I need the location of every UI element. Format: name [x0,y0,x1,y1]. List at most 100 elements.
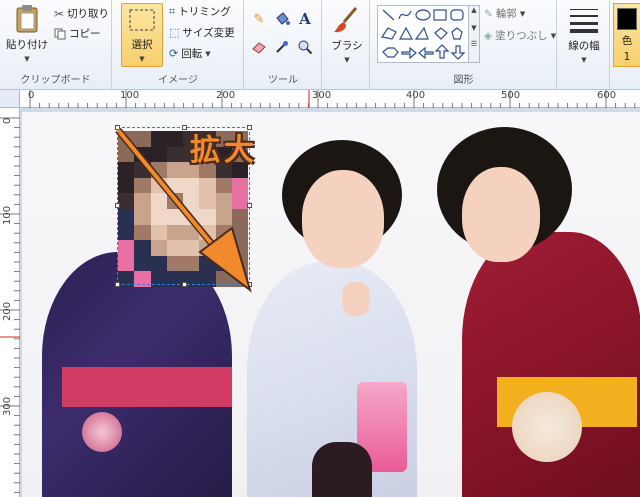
image-group-label: イメージ [158,75,198,86]
rotate-label: 回転 [181,48,203,60]
color1-button[interactable]: 色 1 [613,3,640,67]
rotate-button[interactable]: ⟳ 回転 ▼ [169,46,211,61]
annotation-text: 拡大 [190,133,258,168]
down-arrow-shape-icon [450,45,466,60]
select-label: 選択 [131,39,153,51]
resize-button[interactable]: ⬚ サイズ変更 [169,25,235,40]
scroll-up-icon[interactable]: ▲ [469,6,479,14]
resize-handle[interactable] [247,203,252,208]
gallery-expand-icon[interactable]: ☰ [469,40,479,48]
magnifier-tool[interactable] [295,37,315,57]
brush-button[interactable]: ブラシ ▼ [326,5,368,64]
resize-handle[interactable] [182,125,187,130]
size-button[interactable]: 線の幅 ▼ [562,5,606,64]
ruler-h-label: 0 [28,90,35,101]
ruler-v-label: 0 [2,117,13,124]
color-picker-tool[interactable] [272,37,292,57]
image-group: 選択 ▼ ⌗ トリミング ⬚ サイズ変更 ⟳ 回転 ▼ イメージ [113,0,244,90]
tools-group: ✎ A ツール [245,0,322,90]
fill-label: 塗りつぶし [495,30,548,42]
rotate-dropdown-icon[interactable]: ▼ [205,50,210,58]
resize-handle[interactable] [115,203,120,208]
right-person-pattern [512,392,582,462]
paste-button[interactable]: 貼り付け ▼ [4,4,50,63]
size-dropdown-icon[interactable]: ▼ [581,56,586,64]
horizontal-ruler: 0 100 200 300 400 500 600 [20,90,640,108]
shape-gallery[interactable] [377,5,469,63]
pencil-tool[interactable]: ✎ [249,9,269,29]
up-arrow-shape-icon [434,44,450,59]
ruler-h-label: 400 [406,90,426,101]
vertical-ruler: 0 100 200 300 [0,108,20,497]
rectangle-shape-icon [433,9,447,21]
ruler-h-label: 300 [312,90,332,101]
middle-person-face [302,170,384,268]
hexagon-shape-icon [382,47,399,58]
brush-icon [334,7,358,33]
line-width-icon [570,9,598,33]
scroll-down-icon[interactable]: ▼ [469,24,479,32]
resize-handle[interactable] [115,282,120,287]
fill-dropdown-icon[interactable]: ▼ [551,32,556,40]
color-group: 色 1 [611,0,640,90]
canvas-image[interactable] [22,112,640,497]
fill-button[interactable]: ◈ 塗りつぶし ▼ [484,28,556,43]
pencil-icon: ✎ [253,11,265,27]
ribbon: 貼り付け ▼ ✂ 切り取り コピー クリップボード 選択 ▼ ⌗ トリミング ⬚… [0,0,640,90]
select-button[interactable]: 選択 ▼ [121,3,163,67]
outline-dropdown-icon[interactable]: ▼ [520,10,525,18]
diamond-shape-icon [434,27,448,40]
color1-index: 1 [623,51,631,63]
resize-label: サイズ変更 [182,27,235,39]
shape-gallery-icons [381,9,466,60]
pentagon-shape-icon [451,27,463,40]
oval-shape-icon [415,9,431,21]
size-group: 線の幅 ▼ [558,0,610,90]
clipboard-group: 貼り付け ▼ ✂ 切り取り コピー クリップボード [0,0,112,90]
select-rect-icon [129,9,155,31]
cut-label: 切り取り [67,8,110,20]
paste-dropdown-icon[interactable]: ▼ [24,55,29,63]
resize-icon: ⬚ [169,26,180,39]
middle-person-hand [342,282,370,316]
shapes-group: ▲ ▼ ☰ ✎ 輪郭 ▼ ◈ 塗りつぶし ▼ 図形 [371,0,557,90]
ruler-v-label: 300 [2,396,13,416]
size-label: 線の幅 [568,40,600,52]
copy-button[interactable]: コピー [54,26,101,41]
outline-label: 輪郭 [495,8,517,20]
color1-label: 色 [621,35,633,47]
ruler-corner [0,90,20,108]
scissors-icon: ✂ [54,6,65,21]
outline-button[interactable]: ✎ 輪郭 ▼ [484,6,525,21]
resize-handle[interactable] [182,282,187,287]
text-tool-icon: A [299,10,311,28]
cut-button[interactable]: ✂ 切り取り [54,6,109,21]
text-tool[interactable]: A [295,9,315,29]
left-person-obi [62,367,232,407]
left-person-flower [82,412,122,452]
crop-label: トリミング [178,6,231,18]
eraser-icon [252,42,266,54]
outline-icon: ✎ [484,7,493,20]
ruler-h-label: 200 [216,90,236,101]
resize-handle[interactable] [247,282,252,287]
paste-label: 貼り付け [6,39,48,51]
eyedropper-icon [276,41,288,53]
fill-icon: ◈ [484,29,493,42]
fill-tool[interactable] [272,9,292,29]
ruler-h-label: 500 [501,90,521,101]
ruler-v-label: 200 [2,301,13,321]
ruler-h-label: 600 [597,90,617,101]
rounded-rect-shape-icon [450,9,464,21]
middle-person-bag [312,442,372,497]
copy-icon [54,28,66,39]
shape-gallery-scrollbar[interactable]: ▲ ▼ ☰ [469,5,480,63]
brush-dropdown-icon[interactable]: ▼ [344,56,349,64]
resize-handle[interactable] [115,125,120,130]
tools-group-label: ツール [268,75,298,86]
crop-button[interactable]: ⌗ トリミング [169,4,231,19]
select-dropdown-icon[interactable]: ▼ [139,55,144,63]
fill-bucket-icon [276,12,290,25]
right-arrow-shape-icon [401,46,417,60]
eraser-tool[interactable] [249,37,269,57]
